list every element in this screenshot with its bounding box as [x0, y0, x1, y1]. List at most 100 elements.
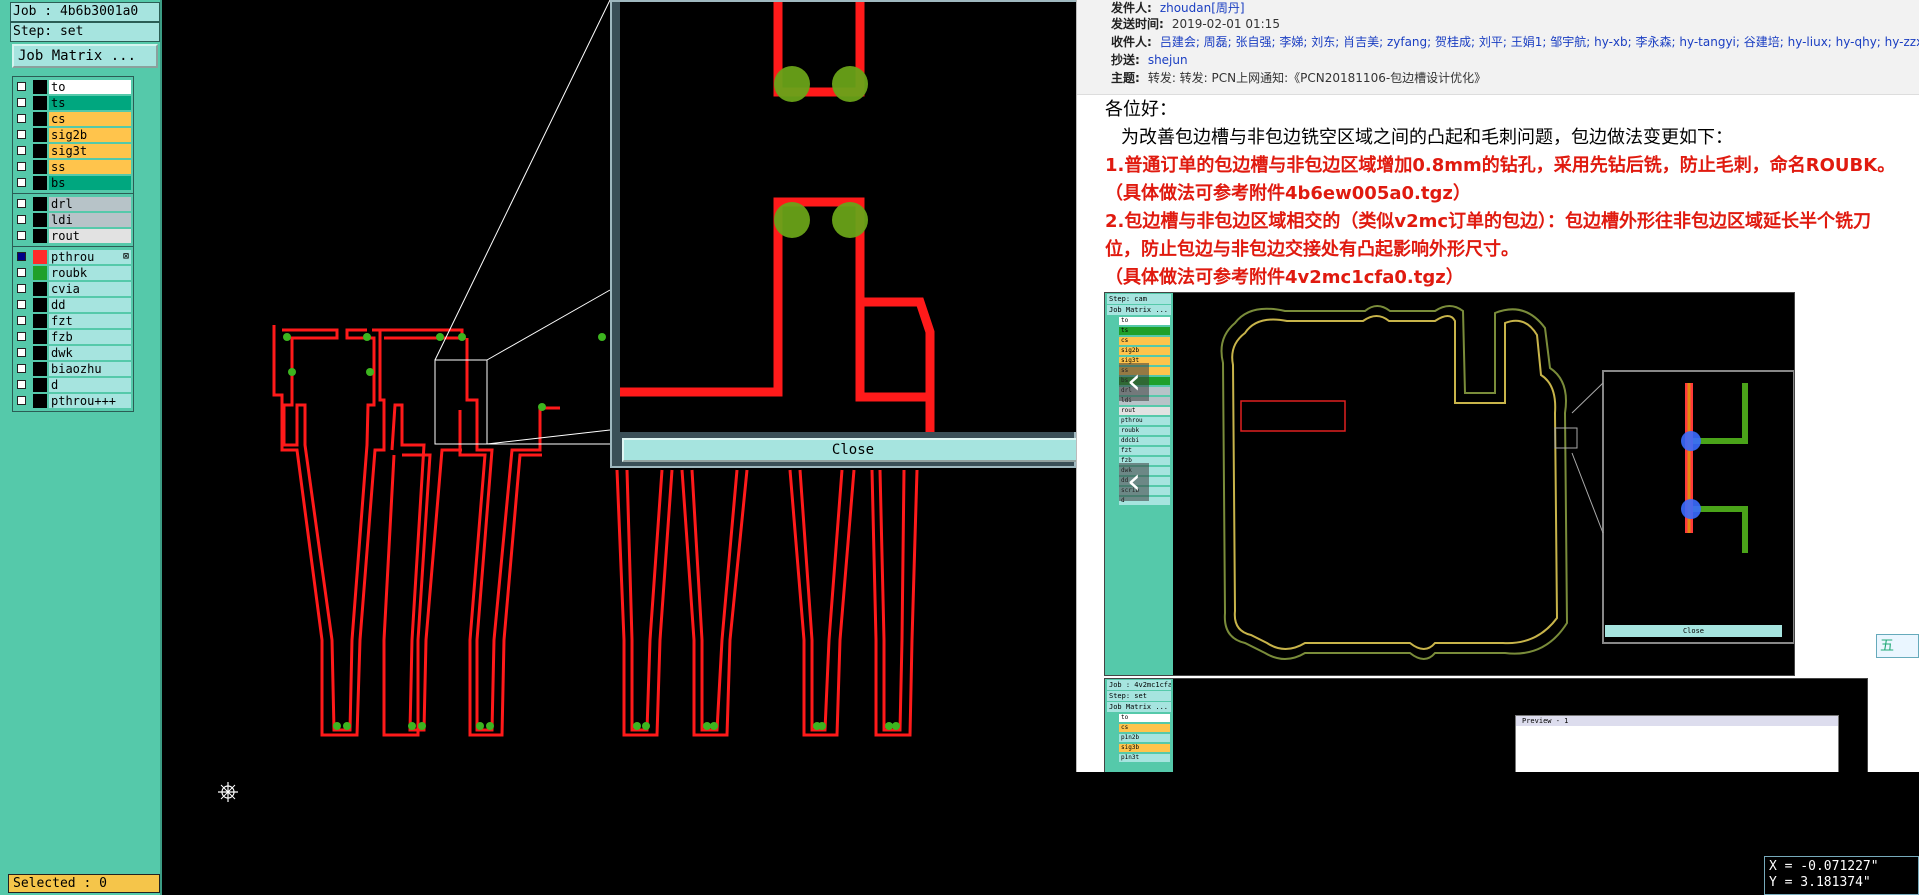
- layer-color-swatch[interactable]: [33, 282, 47, 296]
- layer-name[interactable]: sig2b: [49, 128, 131, 142]
- layer-checkbox[interactable]: [17, 268, 26, 277]
- layer-color-swatch[interactable]: [33, 213, 47, 227]
- layer-color-swatch[interactable]: [33, 96, 47, 110]
- sender-link[interactable]: zhoudan[周丹]: [1160, 1, 1245, 15]
- layer-row-cs[interactable]: cs: [13, 111, 133, 127]
- layer-color-swatch[interactable]: [33, 112, 47, 126]
- layer-color-swatch[interactable]: [33, 314, 47, 328]
- layer-panel: Job : 4b6b3001a0 Step: set Job Matrix ..…: [0, 0, 162, 895]
- layer-name[interactable]: sig3t: [49, 144, 131, 158]
- job-matrix-button[interactable]: Job Matrix ...: [12, 44, 158, 68]
- recipients-list[interactable]: 吕建会; 周磊; 张自强; 李娣; 刘东; 肖吉美; zyfang; 贺桂成; …: [1160, 35, 1919, 49]
- layer-color-swatch[interactable]: [33, 298, 47, 312]
- layer-checkbox[interactable]: [17, 199, 26, 208]
- layer-color-swatch[interactable]: [33, 80, 47, 94]
- layer-row-dd[interactable]: dd: [13, 297, 133, 313]
- layer-checkbox[interactable]: [17, 98, 26, 107]
- layer-checkbox[interactable]: [17, 215, 26, 224]
- layer-row-pthrou[interactable]: pthrou ⊠: [13, 249, 133, 265]
- layer-color-swatch[interactable]: [33, 128, 47, 142]
- coordinate-readout: X = -0.071227" Y = 3.181374": [1764, 856, 1919, 895]
- layer-row-fzt[interactable]: fzt: [13, 313, 133, 329]
- layer-checkbox[interactable]: [17, 348, 26, 357]
- layer-row-d[interactable]: d: [13, 377, 133, 393]
- layer-checkbox[interactable]: [17, 252, 26, 261]
- layer-checkbox[interactable]: [17, 380, 26, 389]
- layer-color-swatch[interactable]: [33, 378, 47, 392]
- layer-name[interactable]: ss: [49, 160, 131, 174]
- layer-name[interactable]: rout: [49, 229, 131, 243]
- preview-window: Close: [610, 0, 1084, 468]
- layer-name[interactable]: dwk: [49, 346, 131, 360]
- embedded-screenshot-1[interactable]: Step: cam Job Matrix ... to ts cs sig2b sig3…: [1104, 292, 1795, 676]
- layer-name[interactable]: pthrou ⊠: [49, 250, 131, 264]
- item-2-reference: （具体做法可参考附件4v2mc1cfa0.tgz）: [1105, 267, 1464, 288]
- layer-checkbox[interactable]: [17, 364, 26, 373]
- layer-checkbox[interactable]: [17, 332, 26, 341]
- close-button[interactable]: Close: [622, 438, 1084, 462]
- layer-checkbox[interactable]: [17, 178, 26, 187]
- layer-color-swatch[interactable]: [33, 346, 47, 360]
- layer-checkbox[interactable]: [17, 114, 26, 123]
- layer-row-drl[interactable]: drl: [13, 196, 133, 212]
- layer-row-roubk[interactable]: roubk: [13, 265, 133, 281]
- layer-checkbox[interactable]: [17, 300, 26, 309]
- layer-row-sig2b[interactable]: sig2b: [13, 127, 133, 143]
- layer-row-fzb[interactable]: fzb: [13, 329, 133, 345]
- prev-image-arrow-icon-2[interactable]: ‹: [1119, 463, 1149, 501]
- layer-row-ts[interactable]: ts: [13, 95, 133, 111]
- layer-row-bs[interactable]: bs: [13, 175, 133, 191]
- layer-name[interactable]: drl: [49, 197, 131, 211]
- layer-color-swatch[interactable]: [33, 197, 47, 211]
- layer-name[interactable]: d: [49, 378, 131, 392]
- layer-name[interactable]: pthrou+++: [49, 394, 131, 408]
- layer-checkbox[interactable]: [17, 396, 26, 405]
- layer-color-swatch[interactable]: [33, 229, 47, 243]
- layer-row-to[interactable]: to: [13, 79, 133, 95]
- layer-color-swatch[interactable]: [33, 362, 47, 376]
- layer-name[interactable]: fzb: [49, 330, 131, 344]
- embedded-screenshot-2[interactable]: Job : 4v2mc1cfa0 Step: set Job Matrix ..…: [1104, 678, 1868, 772]
- layer-row-ss[interactable]: ss: [13, 159, 133, 175]
- layer-row-biaozhu[interactable]: biaozhu: [13, 361, 133, 377]
- layer-name[interactable]: roubk: [49, 266, 131, 280]
- layer-name[interactable]: cvia: [49, 282, 131, 296]
- layer-checkbox[interactable]: [17, 316, 26, 325]
- layer-name[interactable]: ts: [49, 96, 131, 110]
- layer-row-dwk[interactable]: dwk: [13, 345, 133, 361]
- layer-name[interactable]: biaozhu: [49, 362, 131, 376]
- layer-color-swatch[interactable]: [33, 250, 47, 264]
- layer-checkbox[interactable]: [17, 162, 26, 171]
- layer-checkbox[interactable]: [17, 146, 26, 155]
- layer-color-swatch[interactable]: [33, 160, 47, 174]
- misc-layer-group: pthrou ⊠ roubk cvia dd fzt fzb dwk biaozhu d pthro…: [12, 246, 134, 412]
- layer-checkbox[interactable]: [17, 130, 26, 139]
- layer-row-sig3t[interactable]: sig3t: [13, 143, 133, 159]
- layer-color-swatch[interactable]: [33, 330, 47, 344]
- layer-name[interactable]: bs: [49, 176, 131, 190]
- greeting: 各位好：: [1105, 99, 1177, 120]
- layer-name[interactable]: fzt: [49, 314, 131, 328]
- layer-checkbox[interactable]: [17, 231, 26, 240]
- item-1-reference: （具体做法可参考附件4b6ew005a0.tgz）: [1105, 183, 1471, 204]
- layer-color-swatch[interactable]: [33, 266, 47, 280]
- layer-color-swatch[interactable]: [33, 394, 47, 408]
- layer-name[interactable]: ldi: [49, 213, 131, 227]
- cc-link[interactable]: shejun: [1148, 53, 1188, 67]
- mini-layer-item: p1n2b: [1119, 734, 1170, 742]
- layer-color-swatch[interactable]: [33, 144, 47, 158]
- layer-row-ldi[interactable]: ldi: [13, 212, 133, 228]
- mini-close-button: Close: [1605, 625, 1782, 637]
- layer-name[interactable]: dd: [49, 298, 131, 312]
- ime-status-icon[interactable]: 五: [1876, 634, 1919, 658]
- prev-image-arrow-icon[interactable]: ‹: [1119, 363, 1149, 401]
- layer-color-swatch[interactable]: [33, 176, 47, 190]
- layer-row-rout[interactable]: rout: [13, 228, 133, 244]
- layer-row-cvia[interactable]: cvia: [13, 281, 133, 297]
- layer-checkbox[interactable]: [17, 82, 26, 91]
- layer-checkbox[interactable]: [17, 284, 26, 293]
- layer-name[interactable]: cs: [49, 112, 131, 126]
- layer-name[interactable]: to: [49, 80, 131, 94]
- recipients-row: 收件人: 吕建会; 周磊; 张自强; 李娣; 刘东; 肖吉美; zyfang; 贺…: [1111, 34, 1919, 50]
- layer-row-pthrou[interactable]: pthrou+++: [13, 393, 133, 409]
